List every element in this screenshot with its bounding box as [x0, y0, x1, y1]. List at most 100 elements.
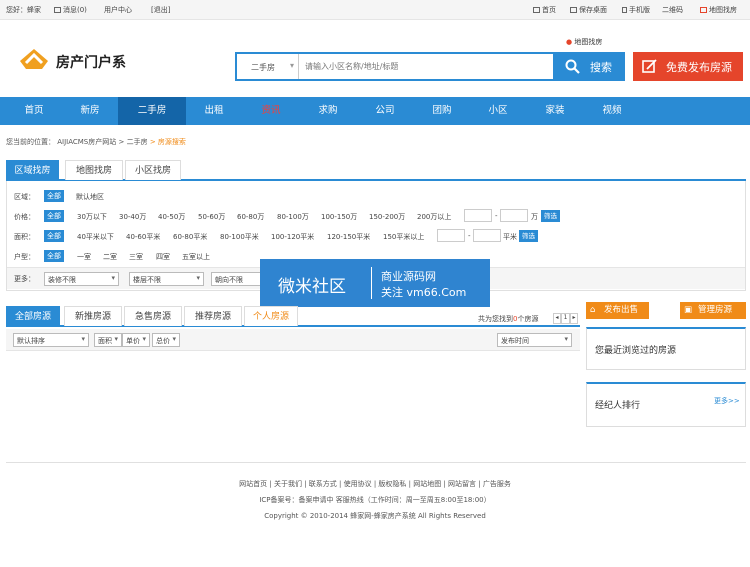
nav-news[interactable]: 资讯	[242, 97, 300, 125]
decoration-select[interactable]: 装修不限	[44, 272, 119, 286]
tab-recommended-listings[interactable]: 推荐房源	[184, 306, 242, 326]
price-filter-button[interactable]: 筛选	[541, 210, 560, 222]
logo-text[interactable]: 房产门户系	[56, 52, 126, 72]
region-default-option[interactable]: 默认地区	[76, 192, 104, 202]
tab-personal-listings[interactable]: 个人房源	[244, 306, 298, 326]
footer-link[interactable]: 联系方式	[309, 480, 337, 488]
area-option[interactable]: 150平米以上	[383, 232, 424, 242]
breadcrumb-section[interactable]: 二手房	[127, 138, 148, 146]
tab-map-search[interactable]: 地图找房	[65, 160, 123, 180]
price-option[interactable]: 30-40万	[119, 212, 146, 222]
page-number[interactable]: 1	[561, 313, 570, 324]
tab-new-listings[interactable]: 新推房源	[64, 306, 122, 326]
agent-rank-box: 经纪人排行 更多>>	[586, 382, 746, 427]
area-option[interactable]: 40平米以下	[77, 232, 114, 242]
region-all-chip[interactable]: 全部	[44, 190, 64, 202]
next-page-icon[interactable]: ▸	[570, 313, 578, 324]
area-option[interactable]: 40-60平米	[126, 232, 160, 242]
sort-area-button[interactable]: 面积	[94, 333, 122, 347]
nav-home[interactable]: 首页	[6, 97, 62, 125]
logo-icon[interactable]	[18, 47, 48, 69]
footer-link[interactable]: 使用协议	[344, 480, 372, 488]
breadcrumb-site[interactable]: AIJIACMS房产网站	[57, 138, 116, 146]
free-publish-button[interactable]: 免费发布房源	[633, 52, 743, 81]
footer-link[interactable]: 广告服务	[483, 480, 511, 488]
price-option[interactable]: 50-60万	[198, 212, 225, 222]
recent-viewed-title: 您最近浏览过的房源	[595, 346, 677, 356]
footer-link[interactable]: 网站地图	[413, 480, 441, 488]
nav-decoration[interactable]: 家装	[526, 97, 584, 125]
footer-link[interactable]: 网站留言	[448, 480, 476, 488]
footer-divider	[6, 462, 746, 463]
price-option[interactable]: 100-150万	[321, 212, 357, 222]
price-option[interactable]: 150-200万	[369, 212, 405, 222]
publish-sale-button[interactable]: ⌂ 发布出售	[586, 302, 649, 319]
tab-all-listings[interactable]: 全部房源	[6, 306, 60, 326]
price-all-chip[interactable]: 全部	[44, 210, 64, 222]
area-option[interactable]: 80-100平米	[220, 232, 259, 242]
area-max-input[interactable]	[473, 229, 501, 242]
area-option[interactable]: 120-150平米	[327, 232, 370, 242]
search-icon	[565, 59, 580, 74]
layout-option[interactable]: 四室	[156, 252, 170, 262]
nav-community[interactable]: 小区	[470, 97, 526, 125]
nav-video[interactable]: 视频	[584, 97, 640, 125]
price-option[interactable]: 40-50万	[158, 212, 185, 222]
price-option[interactable]: 80-100万	[277, 212, 309, 222]
mobile-link[interactable]: 手机版	[622, 5, 650, 15]
layout-option[interactable]: 三室	[129, 252, 143, 262]
sort-select[interactable]: 默认排序	[13, 333, 89, 347]
nav-group-buy[interactable]: 团购	[414, 97, 470, 125]
qrcode-link[interactable]: 二维码	[662, 5, 683, 15]
tab-urgent-listings[interactable]: 急售房源	[124, 306, 182, 326]
map-search-link[interactable]: 地图找房	[700, 5, 737, 15]
area-filter-button[interactable]: 筛选	[519, 230, 538, 242]
layout-all-chip[interactable]: 全部	[44, 250, 64, 262]
area-all-chip[interactable]: 全部	[44, 230, 64, 242]
nav-wanted[interactable]: 求购	[300, 97, 356, 125]
layout-option[interactable]: 一室	[77, 252, 91, 262]
price-unit: 万	[531, 213, 538, 221]
area-min-input[interactable]	[437, 229, 465, 242]
prev-page-icon[interactable]: ◂	[553, 313, 561, 324]
publish-time-select[interactable]: 发布时间	[497, 333, 572, 347]
sort-unit-price-button[interactable]: 单价	[122, 333, 150, 347]
desktop-icon	[570, 7, 577, 13]
nav-new-house[interactable]: 新房	[62, 97, 118, 125]
sort-total-price-button[interactable]: 总价	[152, 333, 180, 347]
agent-rank-more-link[interactable]: 更多>>	[714, 396, 740, 406]
nav-second-hand[interactable]: 二手房	[118, 97, 186, 125]
messages-link[interactable]: 消息(0)	[54, 5, 87, 15]
layout-option[interactable]: 二室	[103, 252, 117, 262]
price-max-input[interactable]	[500, 209, 528, 222]
manage-listings-button[interactable]: ▣ 管理房源	[680, 302, 746, 319]
price-option[interactable]: 200万以上	[417, 212, 451, 222]
logout-link[interactable]: [退出]	[151, 5, 170, 15]
header-map-link[interactable]: ● 地图找房	[566, 37, 602, 47]
footer-link[interactable]: 网站首页	[239, 480, 267, 488]
footer-icp: ICP备案号：备案申请中 客服热线（工作时间：周一至周五8:00至18:00）	[259, 496, 491, 504]
layout-option[interactable]: 五室以上	[182, 252, 210, 262]
more-label: 更多：	[14, 275, 35, 283]
area-option[interactable]: 60-80平米	[173, 232, 207, 242]
floor-select[interactable]: 楼层不限	[129, 272, 204, 286]
price-min-input[interactable]	[464, 209, 492, 222]
tab-area-search[interactable]: 区域找房	[6, 160, 59, 180]
watermark-line1: 商业源码网	[381, 270, 436, 283]
top-bar: 您好：蜂家 消息(0) 用户中心 [退出] 首页 保存桌面 手机版 二维码 地图…	[0, 0, 750, 20]
tab-community-search[interactable]: 小区找房	[125, 160, 181, 180]
search-box: 二手房 ▾	[235, 52, 555, 81]
user-center-link[interactable]: 用户中心	[104, 5, 132, 15]
price-option[interactable]: 30万以下	[77, 212, 107, 222]
search-button[interactable]: 搜索	[554, 52, 625, 81]
footer-link[interactable]: 关于我们	[274, 480, 302, 488]
search-type-select[interactable]: 二手房 ▾	[237, 54, 299, 79]
home-link[interactable]: 首页	[533, 5, 556, 15]
price-option[interactable]: 60-80万	[237, 212, 264, 222]
footer-link[interactable]: 版权隐私	[378, 480, 406, 488]
save-desktop-link[interactable]: 保存桌面	[570, 5, 607, 15]
area-option[interactable]: 100-120平米	[271, 232, 314, 242]
search-input[interactable]	[303, 54, 553, 79]
nav-company[interactable]: 公司	[356, 97, 414, 125]
nav-rent[interactable]: 出租	[186, 97, 242, 125]
